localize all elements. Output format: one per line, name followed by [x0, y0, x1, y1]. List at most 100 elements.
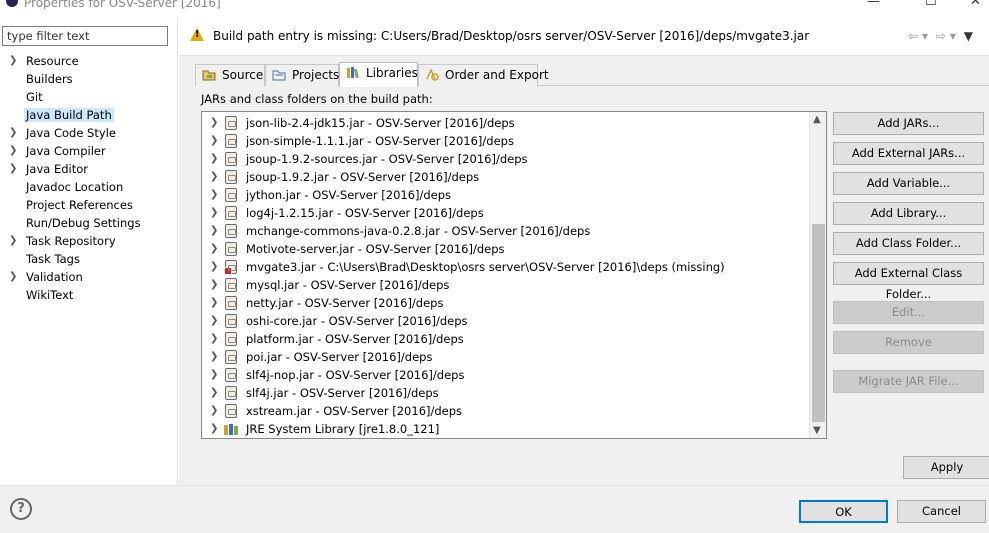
chevron-right-icon[interactable]: ❯ [210, 222, 218, 240]
chevron-right-icon[interactable]: ❯ [9, 52, 17, 70]
tab-source[interactable]: Source [195, 64, 265, 86]
libraries-tree[interactable]: ❯ json-lib-2.4-jdk15.jar - OSV-Server [20… [201, 111, 827, 439]
chevron-right-icon[interactable]: ❯ [210, 168, 218, 186]
nav-item[interactable]: Task Tags [0, 250, 178, 268]
forward-dropdown-icon[interactable]: ▾ [950, 29, 956, 43]
nav-item[interactable]: ❯ Task Repository [0, 232, 178, 250]
cancel-button[interactable]: Cancel [897, 500, 986, 523]
add-library-button[interactable]: Add Library... [833, 202, 984, 225]
chevron-right-icon[interactable]: ❯ [210, 240, 218, 258]
close-icon[interactable]: ✕ [970, 0, 981, 9]
chevron-right-icon[interactable]: ❯ [210, 114, 218, 132]
forward-arrow-icon[interactable]: ⇨ [936, 29, 946, 43]
chevron-right-icon[interactable]: ❯ [210, 384, 218, 402]
nav-item-label: Validation [26, 270, 83, 284]
library-entry[interactable]: ❯ xstream.jar - OSV-Server [2016]/deps [202, 402, 808, 420]
chevron-right-icon[interactable]: ❯ [9, 124, 17, 142]
library-entry[interactable]: ❯ slf4j.jar - OSV-Server [2016]/deps [202, 384, 808, 402]
library-entry[interactable]: ❯ Motivote-server.jar - OSV-Server [2016]… [202, 240, 808, 258]
chevron-right-icon[interactable]: ❯ [210, 258, 218, 276]
migrate-jar-button[interactable]: Migrate JAR File... [833, 370, 984, 393]
scrollbar-thumb[interactable] [812, 224, 825, 422]
nav-item[interactable]: Git [0, 88, 178, 106]
chevron-right-icon[interactable]: ❯ [210, 204, 218, 222]
library-entry[interactable]: ❯ jsoup-1.9.2.jar - OSV-Server [2016]/dep… [202, 168, 808, 186]
minimize-icon[interactable]: — [867, 0, 880, 9]
maximize-icon[interactable]: ☐ [925, 0, 937, 9]
edit-button[interactable]: Edit... [833, 301, 984, 324]
add-class-folder-button[interactable]: Add Class Folder... [833, 232, 984, 255]
nav-item[interactable]: ❯ Validation [0, 268, 178, 286]
library-entry[interactable]: ❯ slf4j-nop.jar - OSV-Server [2016]/deps [202, 366, 808, 384]
jar-icon [225, 152, 237, 166]
chevron-right-icon[interactable]: ❯ [9, 142, 17, 160]
chevron-right-icon[interactable]: ❯ [9, 268, 17, 286]
nav-item[interactable]: ❯ Java Code Style [0, 124, 178, 142]
library-entry[interactable]: ❯ jython.jar - OSV-Server [2016]/deps [202, 186, 808, 204]
tab-order-and-export[interactable]: Order and Export [418, 64, 549, 86]
chevron-right-icon[interactable]: ❯ [210, 348, 218, 366]
tab-libraries[interactable]: Libraries [339, 62, 418, 87]
nav-item[interactable]: Java Build Path [0, 106, 178, 124]
chevron-right-icon[interactable]: ❯ [9, 160, 17, 178]
chevron-right-icon[interactable]: ❯ [210, 132, 218, 150]
nav-item[interactable]: Run/Debug Settings [0, 214, 178, 232]
library-entry[interactable]: ❯ JRE System Library [jre1.8.0_121] [202, 420, 808, 438]
add-external-class-folder-button[interactable]: Add External Class Folder... [833, 262, 984, 301]
nav-item[interactable]: ❯ Java Editor [0, 160, 178, 178]
chevron-right-icon[interactable]: ❯ [210, 330, 218, 348]
library-entry[interactable]: ❯ netty.jar - OSV-Server [2016]/deps [202, 294, 808, 312]
library-entry[interactable]: ❯ json-simple-1.1.1.jar - OSV-Server [201… [202, 132, 808, 150]
ok-button[interactable]: OK [799, 500, 888, 523]
library-entry[interactable]: ❯ mysql.jar - OSV-Server [2016]/deps [202, 276, 808, 294]
tab-projects[interactable]: Projects [265, 64, 339, 86]
chevron-right-icon[interactable]: ❯ [210, 366, 218, 384]
chevron-right-icon[interactable]: ❯ [210, 420, 218, 438]
scroll-down-icon[interactable]: ▼ [813, 425, 821, 436]
library-entry-label: mchange-commons-java-0.2.8.jar - OSV-Ser… [246, 224, 591, 238]
view-menu-icon[interactable]: ▼ [964, 29, 973, 43]
library-entry[interactable]: ❯ jsoup-1.9.2-sources.jar - OSV-Server [2… [202, 150, 808, 168]
scroll-up-icon[interactable]: ▲ [813, 114, 821, 125]
tab-label: Order and Export [445, 68, 549, 82]
nav-item[interactable]: WikiText [0, 286, 178, 304]
chevron-right-icon[interactable]: ❯ [210, 276, 218, 294]
nav-item[interactable]: Javadoc Location [0, 178, 178, 196]
nav-item[interactable]: Builders [0, 70, 178, 88]
chevron-right-icon[interactable]: ❯ [210, 312, 218, 330]
chevron-right-icon[interactable]: ❯ [210, 186, 218, 204]
jar-icon [225, 350, 237, 364]
library-entry-label: slf4j-nop.jar - OSV-Server [2016]/deps [246, 368, 465, 382]
add-jars-button[interactable]: Add JARs... [833, 112, 984, 135]
jar-icon [225, 116, 237, 130]
tree-scrollbar[interactable]: ▲ ▼ [809, 112, 826, 438]
back-dropdown-icon[interactable]: ▾ [922, 29, 928, 43]
library-entry[interactable]: ❯ log4j-1.2.15.jar - OSV-Server [2016]/de… [202, 204, 808, 222]
apply-button[interactable]: Apply [903, 456, 989, 479]
page-header: Build path entry is missing: C:Users/Bra… [179, 18, 989, 56]
nav-item[interactable]: ❯ Resource [0, 52, 178, 70]
library-entry[interactable]: ❯ platform.jar - OSV-Server [2016]/deps [202, 330, 808, 348]
help-icon[interactable]: ? [10, 498, 32, 520]
jar-icon [225, 206, 237, 220]
add-external-jars-button[interactable]: Add External JARs... [833, 142, 984, 165]
chevron-right-icon[interactable]: ❯ [210, 402, 218, 420]
warning-message: Build path entry is missing: C:Users/Bra… [213, 29, 810, 43]
nav-item-label: Project References [26, 198, 133, 212]
back-arrow-icon[interactable]: ⇦ [908, 29, 918, 43]
remove-button[interactable]: Remove [833, 331, 984, 354]
nav-item[interactable]: Project References [0, 196, 178, 214]
library-entry[interactable]: ❯ mchange-commons-java-0.2.8.jar - OSV-Se… [202, 222, 808, 240]
chevron-right-icon[interactable]: ❯ [9, 232, 17, 250]
library-entry-label: poi.jar - OSV-Server [2016]/deps [246, 350, 433, 364]
chevron-right-icon[interactable]: ❯ [210, 294, 218, 312]
add-variable-button[interactable]: Add Variable... [833, 172, 984, 195]
library-entry[interactable]: ❯ json-lib-2.4-jdk15.jar - OSV-Server [20… [202, 114, 808, 132]
history-nav: ⇦ ▾ ⇨ ▾ ▼ [904, 29, 973, 43]
library-entry[interactable]: ❯ oshi-core.jar - OSV-Server [2016]/deps [202, 312, 808, 330]
nav-item[interactable]: ❯ Java Compiler [0, 142, 178, 160]
library-entry[interactable]: ❯ poi.jar - OSV-Server [2016]/deps [202, 348, 808, 366]
library-entry[interactable]: ❯ mvgate3.jar - C:\Users\Brad\Desktop\osr… [202, 258, 808, 276]
chevron-right-icon[interactable]: ❯ [210, 150, 218, 168]
filter-input[interactable] [2, 26, 168, 46]
